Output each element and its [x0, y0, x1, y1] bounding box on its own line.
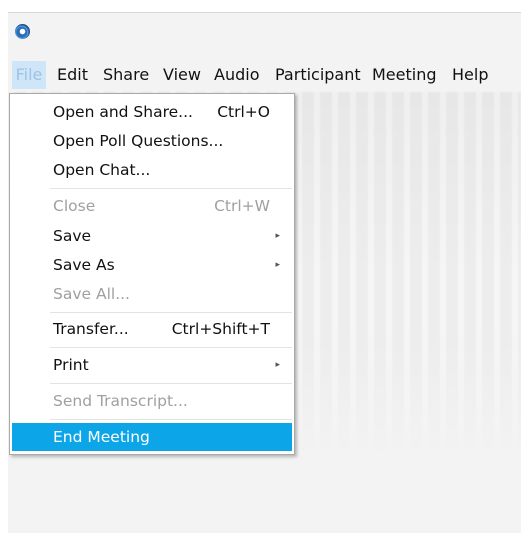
submenu-arrow-icon: ▸ [275, 260, 280, 270]
menu-separator [50, 312, 292, 313]
app-logo-icon [15, 24, 30, 39]
menu-separator [50, 347, 292, 348]
menu-item-save-as[interactable]: Save As ▸ [12, 252, 292, 278]
menu-item-label: End Meeting [53, 428, 150, 446]
menu-item-label: Print [53, 356, 89, 374]
menu-item-shortcut: Ctrl+W [214, 197, 270, 215]
menu-item-shortcut: Ctrl+O [217, 103, 270, 121]
menu-item-label: Open Poll Questions... [53, 132, 224, 150]
menu-item-label: Save As [53, 256, 115, 274]
menu-separator [50, 419, 292, 420]
menu-item-open-poll-questions[interactable]: Open Poll Questions... [12, 128, 292, 154]
menu-item-save-all[interactable]: Save All... [12, 281, 292, 307]
menu-item-label: Transfer... [53, 320, 129, 338]
menu-separator [50, 383, 292, 384]
menu-file[interactable]: File [12, 61, 46, 89]
menu-item-end-meeting[interactable]: End Meeting [12, 423, 292, 451]
title-bar [8, 13, 521, 53]
menu-item-print[interactable]: Print ▸ [12, 352, 292, 378]
menu-view[interactable]: View [163, 61, 201, 89]
menu-item-label: Save All... [53, 285, 130, 303]
menu-item-transfer[interactable]: Transfer... Ctrl+Shift+T [12, 316, 292, 342]
menu-separator [50, 188, 292, 189]
menu-item-send-transcript[interactable]: Send Transcript... [12, 388, 292, 414]
menu-item-save[interactable]: Save ▸ [12, 223, 292, 249]
menu-item-label: Send Transcript... [53, 392, 188, 410]
file-menu-dropdown: Open and Share... Ctrl+O Open Poll Quest… [9, 93, 295, 455]
menu-item-close[interactable]: Close Ctrl+W [12, 193, 292, 219]
menu-share[interactable]: Share [103, 61, 149, 89]
menu-item-shortcut: Ctrl+Shift+T [171, 320, 270, 338]
submenu-arrow-icon: ▸ [275, 231, 280, 241]
menu-edit[interactable]: Edit [57, 61, 88, 89]
menu-participant[interactable]: Participant [275, 61, 361, 89]
menu-item-label: Close [53, 197, 96, 215]
menu-meeting[interactable]: Meeting [372, 61, 437, 89]
menu-item-label: Open Chat... [53, 161, 151, 179]
menu-item-label: Open and Share... [53, 103, 193, 121]
menu-item-open-and-share[interactable]: Open and Share... Ctrl+O [12, 99, 292, 125]
menu-item-label: Save [53, 227, 92, 245]
menu-audio[interactable]: Audio [214, 61, 259, 89]
submenu-arrow-icon: ▸ [275, 360, 280, 370]
menu-bar: File Edit Share View Audio Participant M… [8, 61, 521, 89]
menu-item-open-chat[interactable]: Open Chat... [12, 157, 292, 183]
menu-help[interactable]: Help [452, 61, 488, 89]
